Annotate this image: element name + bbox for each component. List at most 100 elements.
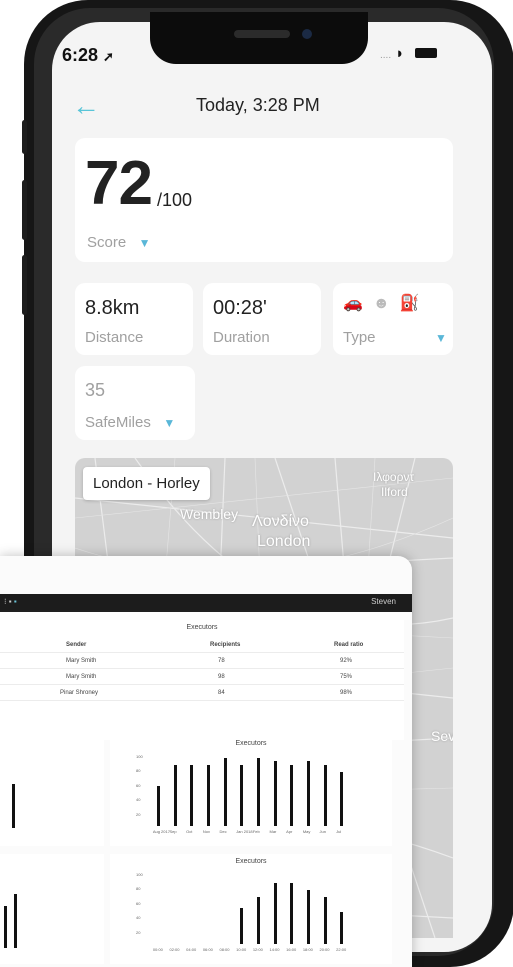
cell-sender: Pinar Shroney [60, 690, 99, 696]
score-max: /100 [157, 190, 193, 210]
chart-bar [273, 761, 277, 826]
executors-chart-monthly: Executors 100 80 60 40 20 Aug 2017 Sep Oct Nov De… [110, 736, 392, 846]
chart-ytick: 40 [136, 797, 141, 803]
table-header-row: Sender Recipients Read ratio [0, 640, 404, 653]
map-label-ilford-greek: Ιλφορντ [373, 470, 415, 484]
chart-bar [190, 764, 194, 826]
cell-sender: Mary Smith [66, 658, 97, 664]
chart-xtick: 14:00 [269, 947, 280, 952]
duration-card: 00:28' Duration [203, 283, 321, 355]
chart-xtick: 02:00 [169, 947, 180, 952]
chart-title: Executors [235, 858, 267, 865]
score-card: 72 /100 Score ▼ [75, 138, 453, 262]
topbar-left: ⁝ ▪ ▪ [4, 597, 17, 606]
chart-xtick: 18:00 [302, 947, 313, 952]
chart-ytick: 60 [136, 900, 141, 906]
volume-down-button [22, 255, 27, 315]
dashboard-topbar: ⁝ ▪ ▪ Steven [0, 594, 412, 612]
map-label-sev: Sev [431, 728, 453, 744]
executors-chart-hourly: Executors 100 80 60 40 20 00:00 02:00 04:00 06:0… [110, 854, 392, 964]
score-label-row[interactable]: Score ▼ [87, 234, 151, 252]
chart-xtick: Mar [269, 829, 277, 834]
safemiles-card: 35 SafeMiles ▼ [75, 366, 195, 440]
chart-xtick: 08:00 [219, 947, 230, 952]
status-icons: .... ◗ [380, 45, 437, 62]
table-row[interactable]: Mary Smith 78 92% [0, 656, 404, 669]
chart-title: Executors [235, 740, 267, 747]
chart-xtick: 20:00 [319, 947, 330, 952]
pedestrian-icon: ☻ [372, 295, 400, 312]
table-title: Executors [186, 624, 218, 631]
chart-bar [14, 894, 17, 948]
duration-label: Duration [213, 329, 270, 346]
chart-xtick: 12:00 [252, 947, 263, 952]
left-chart-panel-top [0, 736, 104, 846]
chart-ytick: 60 [136, 782, 141, 788]
duration-value: 00:28' [213, 297, 267, 319]
chart-xtick: 10:00 [236, 947, 247, 952]
chart-bar [240, 764, 244, 826]
volume-up-button [22, 180, 27, 240]
chart-bar [290, 764, 294, 826]
chevron-down-icon[interactable]: ▼ [435, 331, 447, 345]
chart-xtick: Oct [186, 829, 193, 834]
cell-sender: Mary Smith [66, 674, 97, 680]
car-icon: 🚗 [343, 295, 373, 312]
chart-xtick: Nov [202, 829, 210, 834]
chart-ytick: 80 [136, 886, 141, 892]
chart-bar [273, 882, 277, 944]
chart-ytick: 40 [136, 915, 141, 921]
notch [150, 12, 368, 64]
cell-recipients: 98 [218, 674, 225, 680]
dashboard-screenshot: ⁝ ▪ ▪ Steven Executors Sender Recipients… [0, 556, 412, 967]
table-row[interactable]: Pinar Shroney 84 98% [0, 688, 404, 701]
safemiles-label-row[interactable]: SafeMiles ▼ [85, 414, 175, 432]
distance-card: 8.8km Distance [75, 283, 193, 355]
type-card[interactable]: 🚗☻⛽ Type ▼ [333, 283, 453, 355]
chart-bar [12, 786, 15, 826]
chart-xtick: Sep [169, 829, 177, 834]
chart-bar [206, 764, 210, 826]
chart-bar [306, 890, 310, 944]
chart-bar [4, 906, 7, 948]
cell-recipients: 78 [218, 658, 225, 664]
chart-ytick: 20 [136, 811, 141, 817]
fuel-icon: ⛽ [399, 295, 430, 312]
chart-bar [223, 757, 227, 826]
chart-ytick: 80 [136, 768, 141, 774]
chart-bar [340, 772, 344, 826]
chart-bar [306, 761, 310, 826]
signal-icon: .... [380, 50, 392, 61]
topbar-user[interactable]: Steven [371, 597, 396, 606]
speaker [234, 30, 290, 38]
route-label: London - Horley [83, 467, 210, 500]
executors-table: Executors Sender Recipients Read ratio M… [0, 620, 404, 786]
page-title: Today, 3:28 PM [196, 95, 320, 115]
left-chart-panel-bottom [0, 854, 104, 964]
back-arrow-icon[interactable]: ← [72, 92, 100, 120]
chart-xtick: Aug 2017 [152, 829, 170, 834]
header-read-ratio: Read ratio [334, 642, 364, 648]
table-row[interactable]: Mary Smith 98 75% [0, 672, 404, 685]
chart-ytick: 100 [136, 754, 143, 759]
chevron-down-icon[interactable]: ▼ [163, 416, 175, 430]
chart-xtick: Feb [252, 829, 260, 834]
cell-read-ratio: 98% [340, 690, 353, 696]
chart-bar [290, 882, 294, 944]
chart-xtick: Jul [336, 829, 342, 834]
distance-label: Distance [85, 329, 144, 346]
header-recipients: Recipients [210, 642, 241, 648]
chart-xtick: Jan 2018 [236, 829, 253, 834]
safemiles-label: SafeMiles [85, 414, 151, 431]
type-label: Type [343, 329, 376, 346]
cell-recipients: 84 [218, 690, 225, 696]
chevron-down-icon[interactable]: ▼ [139, 236, 151, 250]
chart-bar [323, 764, 327, 826]
battery-icon [414, 48, 437, 58]
type-icons: 🚗☻⛽ [343, 293, 430, 313]
chart-xtick: 06:00 [202, 947, 213, 952]
chart-ytick: 20 [136, 929, 141, 935]
cell-read-ratio: 75% [340, 674, 353, 680]
chart-xtick: 04:00 [186, 947, 197, 952]
header-sender: Sender [66, 642, 87, 648]
